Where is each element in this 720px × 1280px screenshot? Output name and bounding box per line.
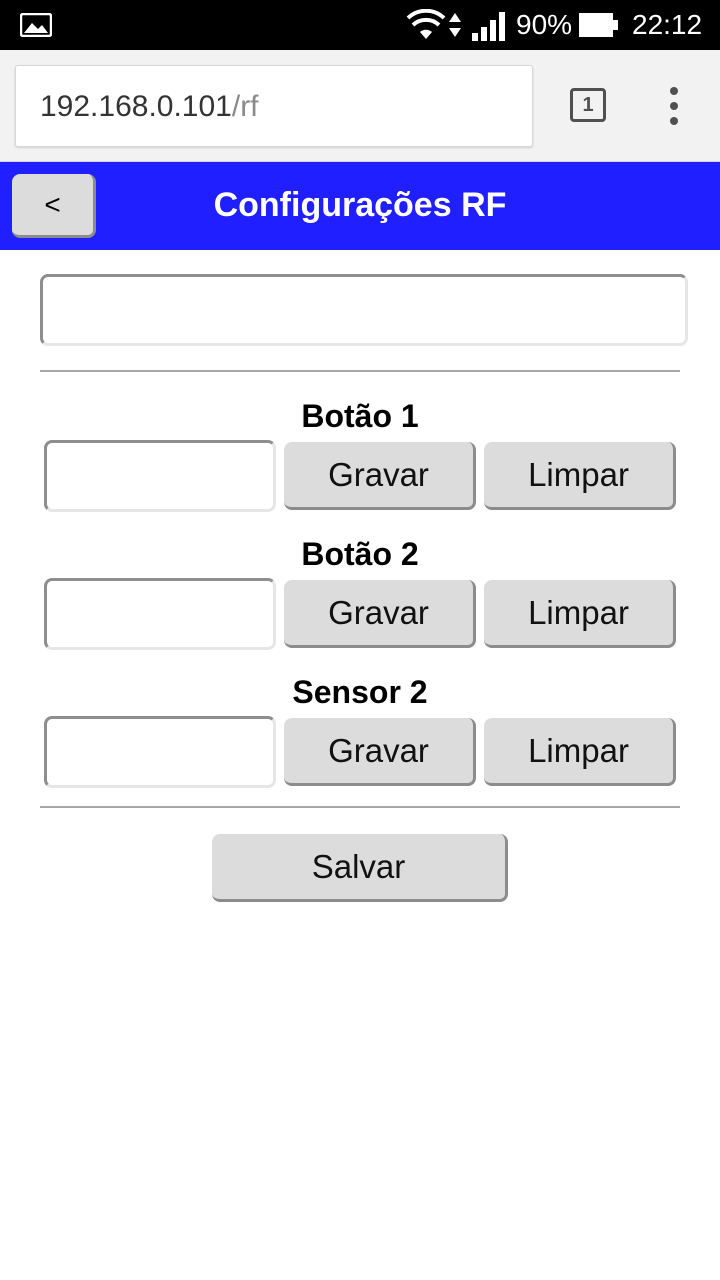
page-title: Configurações RF [213, 186, 507, 224]
browser-toolbar: 192.168.0.101/rf 1 [0, 50, 720, 162]
url-text: 192.168.0.101/rf [40, 90, 259, 124]
status-bar: 90% 22:12 [0, 0, 720, 50]
sensor-2-limpar-button[interactable]: Limpar [484, 718, 676, 786]
gallery-icon [20, 13, 52, 37]
section-label-sensor-2: Sensor 2 [292, 674, 428, 710]
section-label-botao-1: Botão 1 [301, 398, 419, 434]
address-bar[interactable]: 192.168.0.101/rf [15, 65, 533, 147]
botao-1-gravar-button[interactable]: Gravar [284, 442, 476, 510]
page-header: Configurações RF < [0, 162, 720, 250]
rf-code-field[interactable] [40, 274, 688, 346]
overflow-menu-icon[interactable] [664, 86, 684, 126]
divider [40, 370, 680, 372]
tab-switcher-icon[interactable]: 1 [570, 88, 606, 122]
botao-2-code-input[interactable] [44, 578, 276, 650]
wifi-icon [406, 9, 446, 39]
botao-1-code-input[interactable] [44, 440, 276, 512]
salvar-button[interactable]: Salvar [212, 834, 508, 902]
clock: 22:12 [632, 9, 703, 40]
botao-2-limpar-button[interactable]: Limpar [484, 580, 676, 648]
battery-icon [579, 13, 618, 37]
section-label-botao-2: Botão 2 [301, 536, 419, 572]
sensor-2-code-input[interactable] [44, 716, 276, 788]
back-button[interactable]: < [12, 174, 96, 238]
data-arrows-icon [449, 13, 461, 37]
signal-icon [472, 12, 505, 41]
url-path: /rf [231, 90, 259, 123]
botao-1-limpar-button[interactable]: Limpar [484, 442, 676, 510]
divider [40, 806, 680, 808]
botao-2-gravar-button[interactable]: Gravar [284, 580, 476, 648]
sensor-2-gravar-button[interactable]: Gravar [284, 718, 476, 786]
url-host: 192.168.0.101 [40, 90, 232, 123]
battery-percent: 90% [516, 9, 573, 40]
